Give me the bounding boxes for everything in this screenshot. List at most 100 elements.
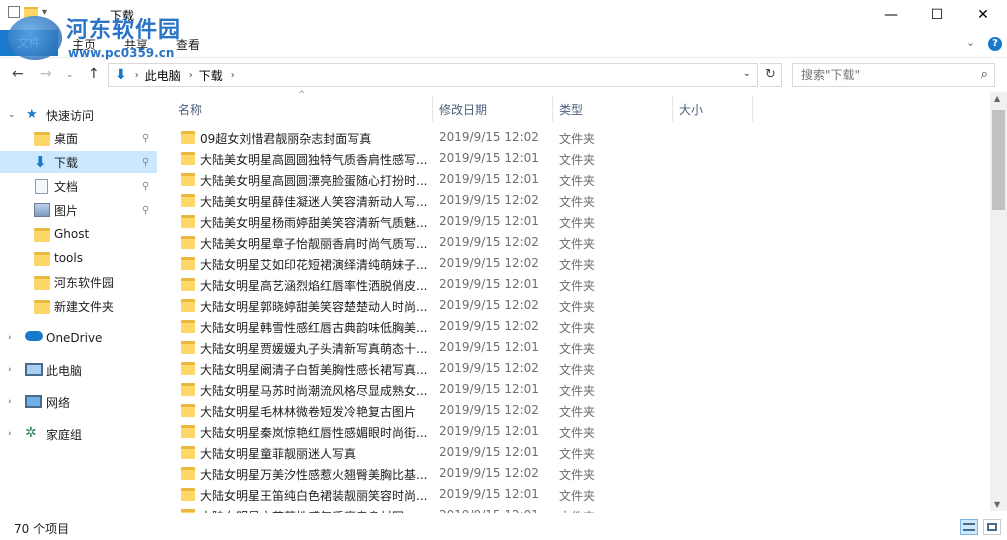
sidebar-item-label: OneDrive (46, 331, 103, 345)
file-row[interactable]: 大陆女明星马苏时尚潮流风格尽显成熟女... 2019/9/15 12:01 文件夹 (170, 379, 990, 400)
file-row[interactable]: 大陆女明星高艺涵烈焰红唇率性洒脱俏皮... 2019/9/15 12:01 文件夹 (170, 274, 990, 295)
back-arrow-icon[interactable]: ← (12, 66, 24, 82)
close-button[interactable]: ✕ (960, 0, 1006, 30)
sidebar-item-pictures[interactable]: 图片 ⚲ (0, 199, 157, 221)
sidebar-item-label: 家庭组 (46, 427, 83, 442)
breadcrumb-separator-icon[interactable]: › (135, 70, 139, 81)
details-view-button[interactable] (960, 519, 978, 535)
scroll-up-icon[interactable]: ▲ (994, 94, 1000, 103)
file-date: 2019/9/15 12:02 (439, 319, 539, 333)
sidebar-item-documents[interactable]: 文档 ⚲ (0, 175, 157, 197)
maximize-button[interactable]: ☐ (914, 0, 960, 30)
file-type: 文件夹 (559, 132, 596, 146)
file-row[interactable]: 大陆美女明星杨雨婷甜美笑容清新气质魅... 2019/9/15 12:01 文件夹 (170, 211, 990, 232)
sidebar-item-this-pc[interactable]: › 此电脑 (0, 359, 157, 381)
folder-icon (181, 362, 195, 375)
sidebar-item-hedong[interactable]: 河东软件园 (0, 271, 157, 293)
file-row[interactable]: 09超女刘惜君靓丽杂志封面写真 2019/9/15 12:02 文件夹 (170, 127, 990, 148)
column-divider[interactable] (672, 96, 673, 122)
scroll-down-icon[interactable]: ▼ (994, 500, 1000, 509)
sidebar-item-ghost[interactable]: Ghost (0, 223, 157, 245)
file-type: 文件夹 (559, 468, 596, 482)
breadcrumb-this-pc[interactable]: 此电脑 (145, 67, 181, 84)
sidebar-item-new-folder[interactable]: 新建文件夹 (0, 295, 157, 317)
column-divider[interactable] (552, 96, 553, 122)
file-type: 文件夹 (559, 447, 596, 461)
folder-icon (181, 341, 195, 354)
folder-icon (181, 467, 195, 480)
pin-icon[interactable]: ⚲ (142, 133, 149, 144)
sort-ascending-icon: ^ (298, 90, 306, 100)
pin-icon[interactable]: ⚲ (142, 181, 149, 192)
search-input[interactable] (793, 64, 963, 86)
vertical-scrollbar[interactable]: ▲ ▼ (990, 92, 1007, 511)
file-row[interactable]: 大陆女明星贾媛媛丸子头清新写真萌态十... 2019/9/15 12:01 文件夹 (170, 337, 990, 358)
sidebar-item-downloads[interactable]: ⬇ 下载 ⚲ (0, 151, 157, 173)
download-location-icon: ⬇ (115, 67, 127, 83)
sidebar-item-onedrive[interactable]: › OneDrive (0, 327, 157, 349)
file-date: 2019/9/15 12:02 (439, 256, 539, 270)
recent-locations-icon[interactable]: ⌄ (66, 70, 74, 80)
watermark-logo-icon (8, 16, 62, 60)
search-icon[interactable]: ⌕ (981, 67, 988, 82)
expander-icon[interactable]: › (8, 333, 12, 343)
file-type: 文件夹 (559, 195, 596, 209)
breadcrumb-downloads[interactable]: 下载 (199, 67, 223, 84)
breadcrumb-separator-icon[interactable]: › (231, 70, 235, 81)
sidebar-item-quick-access[interactable]: ⌄ ★ 快速访问 (0, 104, 157, 126)
file-name: 大陆女明星阚清子白皙美胸性感长裙写真... (200, 363, 428, 377)
sidebar-item-desktop[interactable]: 桌面 ⚲ (0, 127, 157, 149)
file-row[interactable]: 大陆女明星艾如印花短裙演绎清纯萌妹子... 2019/9/15 12:02 文件夹 (170, 253, 990, 274)
file-row[interactable]: 大陆美女明星章子怡靓丽香肩时尚气质写... 2019/9/15 12:02 文件夹 (170, 232, 990, 253)
file-row[interactable]: 大陆女明星文芷萱性感气质魔鬼身材写... 2019/9/15 12:01 文件夹 (170, 505, 990, 513)
column-size[interactable]: 大小 (679, 101, 703, 118)
expander-icon[interactable]: ⌄ (8, 110, 16, 120)
file-row[interactable]: 大陆美女明星高圆圆漂亮脸蛋随心打扮时... 2019/9/15 12:01 文件夹 (170, 169, 990, 190)
file-type: 文件夹 (559, 321, 596, 335)
file-row[interactable]: 大陆美女明星薛佳凝迷人笑容清新动人写... 2019/9/15 12:02 文件夹 (170, 190, 990, 211)
expand-ribbon-icon[interactable]: ⌄ (966, 36, 975, 49)
file-row[interactable]: 大陆女明星郭晓婷甜美笑容楚楚动人时尚... 2019/9/15 12:02 文件夹 (170, 295, 990, 316)
file-name: 大陆美女明星高圆圆漂亮脸蛋随心打扮时... (200, 174, 428, 188)
minimize-button[interactable]: — (868, 0, 914, 30)
pin-icon[interactable]: ⚲ (142, 205, 149, 216)
sidebar-item-homegroup[interactable]: › ✲ 家庭组 (0, 423, 157, 445)
sidebar-item-tools[interactable]: tools (0, 247, 157, 269)
column-divider[interactable] (432, 96, 433, 122)
scrollbar-thumb[interactable] (992, 110, 1005, 210)
column-type[interactable]: 类型 (559, 101, 583, 118)
refresh-button[interactable]: ↻ (760, 63, 782, 87)
file-row[interactable]: 大陆美女明星高圆圆独特气质香肩性感写... 2019/9/15 12:01 文件夹 (170, 148, 990, 169)
search-box[interactable]: ⌕ (792, 63, 995, 87)
column-date[interactable]: 修改日期 (439, 101, 487, 118)
sidebar-item-label: tools (54, 251, 83, 265)
file-date: 2019/9/15 12:02 (439, 466, 539, 480)
homegroup-icon: ✲ (25, 425, 37, 441)
address-dropdown-icon[interactable]: ⌄ (743, 68, 751, 79)
file-row[interactable]: 大陆女明星万美汐性感惹火翘臀美胸比基... 2019/9/15 12:02 文件夹 (170, 463, 990, 484)
large-icons-view-button[interactable] (983, 519, 1001, 535)
help-icon[interactable]: ? (988, 37, 1002, 51)
forward-arrow-icon[interactable]: → (40, 66, 52, 82)
column-divider[interactable] (752, 96, 753, 122)
file-row[interactable]: 大陆女明星童菲靓丽迷人写真 2019/9/15 12:01 文件夹 (170, 442, 990, 463)
navigation-bar: ← → ⌄ ↑ ⬇ › 此电脑 › 下载 › ⌄ ↻ ⌕ (0, 62, 1007, 88)
address-bar[interactable]: ⬇ › 此电脑 › 下载 › ⌄ (108, 63, 758, 87)
file-row[interactable]: 大陆女明星王笛纯白色裙装靓丽笑容时尚... 2019/9/15 12:01 文件夹 (170, 484, 990, 505)
expander-icon[interactable]: › (8, 365, 12, 375)
file-date: 2019/9/15 12:02 (439, 235, 539, 249)
pin-icon[interactable]: ⚲ (142, 157, 149, 168)
file-row[interactable]: 大陆女明星阚清子白皙美胸性感长裙写真... 2019/9/15 12:02 文件夹 (170, 358, 990, 379)
sidebar-item-network[interactable]: › 网络 (0, 391, 157, 413)
expander-icon[interactable]: › (8, 397, 12, 407)
expander-icon[interactable]: › (8, 429, 12, 439)
file-row[interactable]: 大陆女明星毛林林微卷短发冷艳复古图片 2019/9/15 12:02 文件夹 (170, 400, 990, 421)
file-row[interactable]: 大陆女明星秦岚惊艳红唇性感媚眼时尚街... 2019/9/15 12:01 文件夹 (170, 421, 990, 442)
file-type: 文件夹 (559, 279, 596, 293)
column-name[interactable]: 名称 (178, 101, 202, 118)
up-arrow-icon[interactable]: ↑ (88, 66, 100, 82)
breadcrumb-separator-icon[interactable]: › (189, 70, 193, 81)
file-name: 大陆女明星童菲靓丽迷人写真 (200, 447, 357, 461)
watermark-url: www.pc0359.cn (68, 46, 175, 60)
file-row[interactable]: 大陆女明星韩雪性感红唇古典韵味低胸美... 2019/9/15 12:02 文件夹 (170, 316, 990, 337)
